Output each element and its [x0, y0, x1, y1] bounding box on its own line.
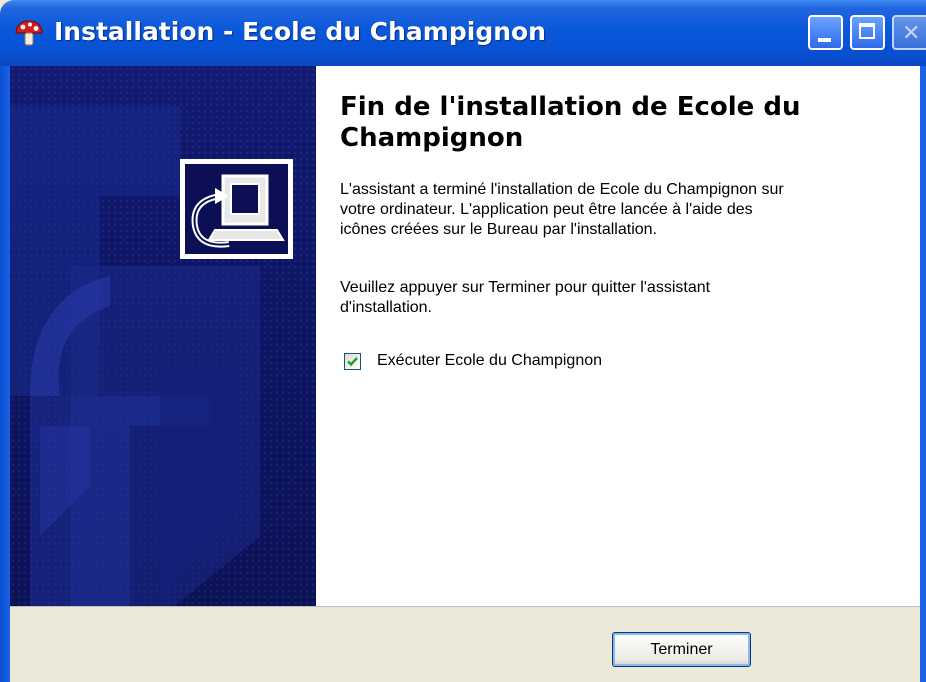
footer-bar: [10, 608, 920, 682]
window-title: Installation - Ecole du Champignon: [54, 17, 546, 46]
check-icon: [347, 356, 358, 366]
banner-artwork: [10, 106, 260, 606]
page-title: Fin de l'installation de Ecole du Champi…: [340, 92, 801, 153]
mushroom-icon[interactable]: [14, 18, 44, 48]
maximize-button[interactable]: [850, 15, 885, 50]
installer-window: Installation - Ecole du Champignon ✕ Fin…: [0, 0, 926, 682]
window-frame-left: [0, 66, 10, 682]
completion-message: L'assistant a terminé l'installation de …: [340, 181, 784, 238]
title-bar[interactable]: Installation - Ecole du Champignon ✕: [0, 0, 926, 66]
run-app-option[interactable]: Exécuter Ecole du Champignon: [344, 352, 602, 370]
close-button[interactable]: ✕: [892, 15, 926, 50]
minimize-icon: [818, 38, 831, 42]
run-app-label: Exécuter Ecole du Champignon: [377, 352, 603, 369]
window-frame-right: [920, 66, 926, 682]
run-app-checkbox[interactable]: [344, 352, 361, 370]
wizard-icon-frame: [180, 159, 293, 259]
wizard-banner: [10, 66, 316, 606]
minimize-button[interactable]: [808, 15, 843, 50]
computer-install-icon: [185, 164, 288, 254]
finish-instruction: Veuillez appuyer sur Terminer pour quitt…: [340, 279, 711, 316]
maximize-icon: [859, 23, 875, 39]
finish-button[interactable]: Terminer: [612, 632, 751, 667]
wizard-content: Fin de l'installation de Ecole du Champi…: [316, 66, 920, 606]
close-icon: ✕: [902, 21, 921, 46]
